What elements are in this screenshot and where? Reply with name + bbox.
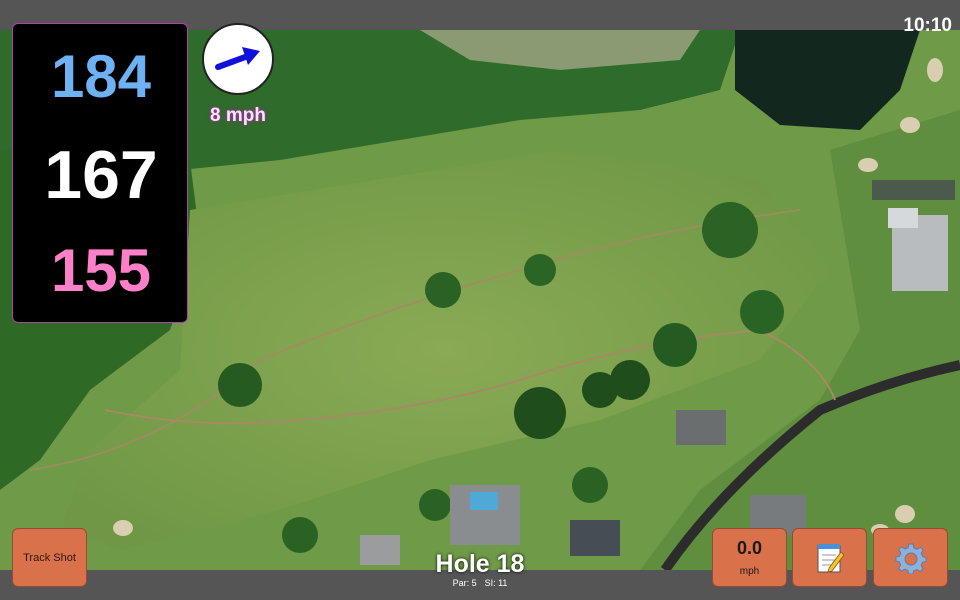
hole-stroke-index: SI: 11 — [484, 578, 508, 588]
speed-unit: mph — [739, 566, 760, 577]
hole-par: Par: 5 — [452, 578, 477, 588]
gear-icon — [895, 543, 926, 574]
distance-middle: 167 — [44, 137, 158, 213]
hole-meta: Par: 5 SI: 11 — [380, 578, 580, 588]
hole-title: Hole 18 — [435, 550, 525, 578]
speed-value: 0.0 — [736, 538, 763, 558]
distance-front: 155 — [50, 237, 152, 304]
settings-button[interactable] — [873, 528, 948, 587]
track-shot-button[interactable]: Track Shot — [12, 528, 87, 587]
clock: 10:10 — [903, 15, 952, 36]
wind-arrow-icon — [215, 47, 260, 70]
wind-speed-value: 8 mph — [210, 105, 266, 126]
wind-speed-label: 8 mph — [196, 105, 280, 127]
notepad-icon — [817, 543, 845, 573]
track-shot-label: Track Shot — [23, 551, 76, 564]
notes-button[interactable] — [792, 528, 867, 587]
distance-panel[interactable]: 184 167 155 — [12, 23, 188, 323]
speed-button[interactable]: 0.0 mph — [712, 528, 787, 587]
wind-direction-dial — [202, 23, 274, 95]
distance-back: 184 — [50, 43, 152, 110]
